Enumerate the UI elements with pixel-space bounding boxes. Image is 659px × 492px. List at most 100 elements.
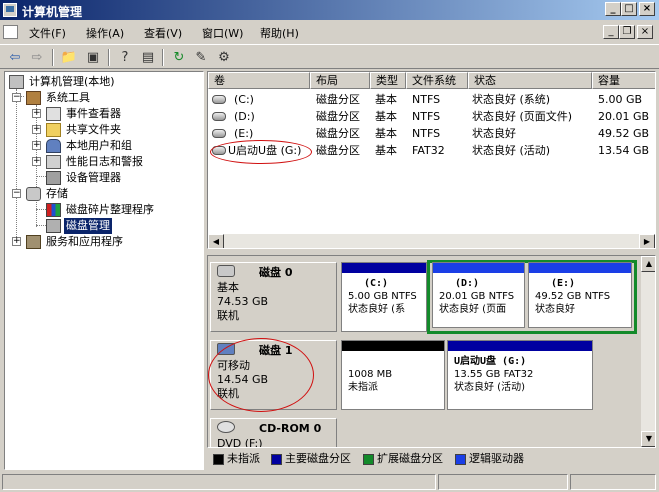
detail-pane: 卷 布局 类型 文件系统 状态 容量 (C:) 磁盘分区 基本 NTFS 状态良… — [207, 71, 656, 470]
volume-layout: 磁盘分区 — [316, 127, 360, 140]
column-volume[interactable]: 卷 — [208, 72, 310, 89]
volume-list-hscrollbar[interactable]: ◀ ▶ — [208, 234, 655, 248]
removable-disk-icon — [217, 343, 235, 355]
services-icon — [26, 235, 41, 249]
unallocated-space[interactable]: 1008 MB 未指派 — [341, 340, 445, 410]
child-minimize-button[interactable]: _ — [603, 25, 619, 39]
properties-icon[interactable]: ▤ — [139, 49, 157, 66]
scroll-up-button[interactable]: ▲ — [641, 256, 655, 272]
column-capacity[interactable]: 容量 — [592, 72, 655, 89]
scroll-right-button[interactable]: ▶ — [639, 234, 655, 248]
close-button[interactable]: × — [639, 2, 655, 16]
disk-state: 联机 — [217, 387, 239, 400]
disk-0-label[interactable]: 磁盘 0 基本 74.53 GB 联机 — [210, 262, 337, 332]
disk-name: 磁盘 0 — [259, 266, 293, 279]
usb-drive-icon — [212, 146, 226, 155]
disk-size: 14.54 GB — [217, 373, 269, 386]
forward-arrow-icon[interactable]: ⇨ — [28, 49, 46, 66]
cdrom-label[interactable]: CD-ROM 0 DVD (F:) — [210, 418, 337, 447]
column-layout[interactable]: 布局 — [310, 72, 370, 89]
tree-shared-folders[interactable]: 共享文件夹 — [46, 122, 196, 138]
tree-root[interactable]: 计算机管理(本地) — [9, 74, 199, 90]
computer-management-icon — [3, 3, 17, 17]
partition-status: 状态良好 (系 — [348, 304, 406, 315]
tree-storage[interactable]: 存储 — [26, 186, 196, 202]
disk-1-label[interactable]: 磁盘 1 可移动 14.54 GB 联机 — [210, 340, 337, 410]
tree-system-tools[interactable]: 系统工具 — [26, 90, 196, 106]
column-status[interactable]: 状态 — [468, 72, 592, 89]
storage-icon — [26, 187, 41, 201]
legend-primary: 主要磁盘分区 — [285, 452, 351, 465]
volume-row-d[interactable]: (D:) 磁盘分区 基本 NTFS 状态良好 (页面文件) 20.01 GB — [208, 108, 655, 125]
legend-logical: 逻辑驱动器 — [469, 452, 524, 465]
volume-status: 状态良好 (系统) — [472, 93, 551, 106]
minimize-button[interactable]: _ — [605, 2, 621, 16]
hard-disk-icon — [217, 265, 235, 277]
tree-defrag[interactable]: 磁盘碎片整理程序 — [46, 202, 196, 218]
menu-file[interactable]: 文件(F) — [29, 25, 66, 41]
volume-row-g[interactable]: U启动U盘 (G:) 磁盘分区 基本 FAT32 状态良好 (活动) 13.54… — [208, 142, 655, 159]
maximize-button[interactable]: □ — [621, 2, 637, 16]
collapse-system-tools[interactable]: − — [12, 93, 21, 102]
tree-disk-management[interactable]: 磁盘管理 — [46, 218, 196, 234]
volume-type: 基本 — [375, 127, 397, 140]
volume-row-e[interactable]: (E:) 磁盘分区 基本 NTFS 状态良好 49.52 GB — [208, 125, 655, 142]
column-type[interactable]: 类型 — [370, 72, 406, 89]
disk-management-icon — [46, 219, 61, 233]
partition-g[interactable]: U启动U盘 (G:) 13.55 GB FAT32 状态良好 (活动) — [447, 340, 593, 410]
expand-services[interactable]: + — [12, 237, 21, 246]
window-title: 计算机管理 — [22, 5, 83, 19]
collapse-storage[interactable]: − — [12, 189, 21, 198]
tree-device-manager[interactable]: 设备管理器 — [46, 170, 196, 186]
volume-type: 基本 — [375, 144, 397, 157]
expand-event-viewer[interactable]: + — [32, 109, 41, 118]
tree-services[interactable]: 服务和应用程序 — [26, 234, 196, 250]
wizard-icon[interactable]: ✎ — [192, 49, 210, 66]
partition-d[interactable]: (D:) 20.01 GB NTFS 状态良好 (页面 — [432, 262, 525, 328]
partition-info: 1008 MB — [348, 369, 393, 380]
volume-capacity: 13.54 GB — [598, 144, 650, 157]
volume-layout: 磁盘分区 — [316, 110, 360, 123]
help-icon[interactable]: ? — [116, 49, 134, 66]
volume-fs: NTFS — [412, 110, 441, 123]
event-viewer-icon — [46, 107, 61, 121]
menu-view[interactable]: 查看(V) — [144, 25, 182, 41]
partition-e[interactable]: (E:) 49.52 GB NTFS 状态良好 — [528, 262, 632, 328]
menu-action[interactable]: 操作(A) — [86, 25, 124, 41]
scroll-down-button[interactable]: ▼ — [641, 431, 655, 447]
tree-local-users[interactable]: 本地用户和组 — [46, 138, 196, 154]
partition-name: (E:) — [551, 278, 576, 289]
volume-type: 基本 — [375, 110, 397, 123]
disk-size: 74.53 GB — [217, 295, 269, 308]
settings-icon[interactable]: ⚙ — [215, 49, 233, 66]
cdrom-row: CD-ROM 0 DVD (F:) — [208, 418, 640, 447]
mmc-document-icon[interactable] — [3, 25, 18, 39]
column-filesystem[interactable]: 文件系统 — [406, 72, 468, 89]
computer-icon — [9, 75, 24, 89]
volume-capacity: 49.52 GB — [598, 127, 650, 140]
back-arrow-icon[interactable]: ⇦ — [6, 49, 24, 66]
expand-shared-folders[interactable]: + — [32, 125, 41, 134]
scroll-left-button[interactable]: ◀ — [208, 234, 224, 248]
menu-window[interactable]: 窗口(W) — [202, 25, 243, 41]
expand-local-users[interactable]: + — [32, 141, 41, 150]
partition-name: (D:) — [455, 278, 480, 289]
partition-status: 状态良好 (活动) — [454, 382, 525, 393]
menu-help[interactable]: 帮助(H) — [260, 25, 299, 41]
expand-perf-logs[interactable]: + — [32, 157, 41, 166]
refresh-icon[interactable]: ↻ — [170, 49, 188, 66]
tree-event-viewer[interactable]: 事件查看器 — [46, 106, 196, 122]
child-close-button[interactable]: × — [637, 25, 653, 39]
users-icon — [46, 139, 61, 153]
up-folder-icon[interactable]: 📁 — [60, 49, 78, 66]
partition-c[interactable]: (C:) 5.00 GB NTFS 状态良好 (系 — [341, 262, 427, 332]
volume-row-c[interactable]: (C:) 磁盘分区 基本 NTFS 状态良好 (系统) 5.00 GB — [208, 91, 655, 108]
partition-info: 20.01 GB NTFS — [439, 291, 515, 302]
tree-perf-logs[interactable]: 性能日志和警报 — [46, 154, 196, 170]
show-hide-tree-icon[interactable]: ▣ — [84, 49, 102, 66]
disk-state: 联机 — [217, 309, 239, 322]
primary-partition-bar — [342, 263, 426, 273]
disk-panel-vscrollbar[interactable]: ▲ ▼ — [641, 256, 655, 447]
child-restore-button[interactable]: ❐ — [619, 25, 635, 39]
volume-layout: 磁盘分区 — [316, 144, 360, 157]
